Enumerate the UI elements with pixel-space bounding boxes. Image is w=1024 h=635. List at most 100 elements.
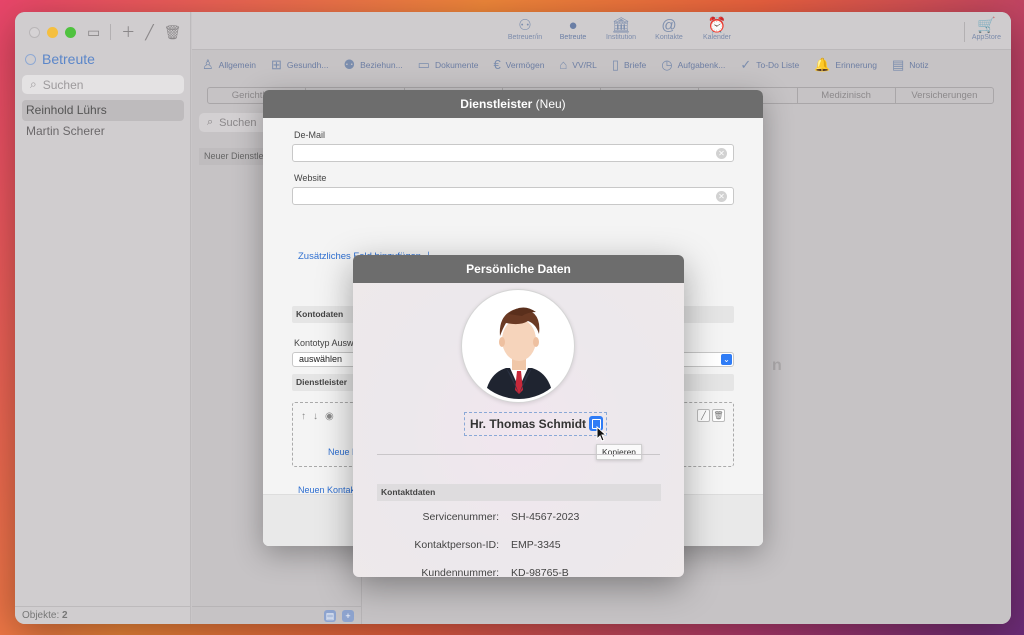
segment-medizinisch[interactable]: Medizinisch [798, 88, 896, 103]
dl-controls: ↑ ↓ ◉ [301, 411, 334, 422]
tab-label: Aufgabenk... [677, 59, 726, 70]
edit-icon[interactable]: ╱ [145, 24, 153, 41]
circle-icon [25, 53, 36, 65]
contact-key: Servicenummer: [422, 511, 499, 523]
person-outline-icon: ♙ [202, 56, 214, 72]
trash-icon[interactable]: 🗑 [712, 409, 725, 422]
object-count: Objekte: 2 [15, 606, 191, 624]
add-icon[interactable]: + [342, 609, 354, 622]
toolbar-betreute[interactable]: ● Betreute [553, 17, 593, 41]
search-icon: ⌕ [207, 116, 214, 128]
contact-key: Kontaktperson-ID: [414, 539, 499, 551]
sidebar-toggle-icon[interactable]: ▭ [87, 24, 100, 41]
clear-icon[interactable]: ✕ [716, 148, 727, 159]
arrow-down-icon[interactable]: ↓ [313, 411, 318, 422]
dialog-title-main: Dienstleister [460, 97, 533, 111]
divider [377, 454, 660, 455]
sidebar-search-input[interactable]: ⌕ Suchen [22, 75, 184, 94]
tab-allgemein[interactable]: ♙ Allgemein [202, 57, 271, 73]
tab-vermoegen[interactable]: € Vermögen [493, 57, 559, 72]
cart-icon: 🛒 [977, 17, 996, 34]
add-icon[interactable]: ＋ [121, 22, 135, 42]
clock-icon: ◷ [661, 56, 673, 72]
tab-gesundheit[interactable]: ⊞ Gesundh... [271, 57, 344, 73]
list-item[interactable]: Martin Scherer [22, 121, 184, 142]
persoenliche-daten-popover: Persönliche Daten Hr. Thomas Schmidt Kop… [353, 255, 684, 577]
building-icon: ⌂ [559, 57, 568, 72]
appstore-button[interactable]: 🛒 AppStore [972, 17, 1001, 41]
check-icon: ✓ [740, 56, 752, 72]
tab-label: To-Do Liste [756, 59, 800, 70]
toolbar-label: Betreuer/in [507, 34, 543, 41]
tab-erinnerung[interactable]: 🔔 Erinnerung [814, 57, 892, 73]
minimize-window-button[interactable] [47, 27, 58, 38]
building-icon: 🏛 [611, 17, 631, 34]
note-icon: ▤ [892, 56, 905, 72]
select-value: auswählen [299, 354, 343, 364]
tab-aufgaben[interactable]: ◷ Aufgabenk... [661, 57, 740, 73]
document-icon: ▯ [611, 56, 620, 72]
avatar [461, 289, 575, 403]
toolbar-label: Kontakte [655, 34, 683, 41]
euro-icon: € [493, 57, 501, 72]
toolbar-label: Institution [606, 34, 636, 41]
arrow-up-icon[interactable]: ↑ [301, 411, 306, 422]
object-count-label: Objekte: [22, 610, 60, 621]
appstore-label: AppStore [971, 34, 1001, 41]
tab-vvrl[interactable]: ⌂ VV/RL [559, 57, 611, 72]
tab-label: Beziehun... [360, 59, 403, 70]
tab-label: Dokumente [434, 59, 479, 70]
close-window-button[interactable] [29, 27, 40, 38]
list-item[interactable]: Reinhold Lührs [22, 100, 184, 121]
sidebar: ▭ ＋ ╱ 🗑 Betreute ⌕ Suchen Reinhold Lührs… [15, 12, 191, 624]
list-item[interactable]: Neuer Dienstleister [199, 148, 269, 165]
contact-value: KD-98765-B [511, 567, 569, 577]
edit-icon[interactable]: ╱ [697, 409, 710, 422]
tab-label: Vermögen [505, 59, 545, 70]
demail-field[interactable]: ✕ [292, 144, 734, 162]
trash-icon[interactable]: 🗑 [164, 24, 182, 41]
object-count-value: 2 [62, 610, 68, 621]
toolbar-kalender[interactable]: ⏰ Kalender [697, 17, 737, 41]
demail-label: De-Mail [294, 130, 326, 140]
website-field[interactable]: ✕ [292, 187, 734, 205]
document-icon[interactable]: ▤ [324, 609, 336, 622]
window-controls [29, 27, 76, 38]
toolbar-label: Betreute [559, 34, 587, 41]
tab-dokumente[interactable]: ▭ Dokumente [418, 57, 494, 73]
eye-icon[interactable]: ◉ [325, 411, 334, 422]
contact-key: Kundennummer: [421, 567, 499, 577]
betreute-list: Reinhold Lührs Martin Scherer [22, 100, 184, 142]
tab-notiz[interactable]: ▤ Notiz [892, 57, 944, 73]
divider [964, 22, 965, 42]
zoom-window-button[interactable] [65, 27, 76, 38]
background-text: n [772, 357, 782, 374]
toolbar-kontakte[interactable]: @ Kontakte [649, 17, 689, 41]
tab-beziehungen[interactable]: ⚉ Beziehun... [343, 57, 417, 73]
bell-icon: 🔔 [814, 56, 831, 72]
mouse-cursor-icon [596, 426, 608, 442]
tab-label: Allgemein [218, 59, 256, 70]
people-icon: ⚉ [343, 56, 356, 72]
tab-label: Notiz [909, 59, 929, 70]
toolbar-betreuer[interactable]: ⚇ Betreuer/in [505, 17, 545, 41]
dl-actions: ╱ 🗑 [697, 409, 725, 422]
name-field[interactable]: Hr. Thomas Schmidt [464, 412, 607, 436]
segment-versicherungen[interactable]: Versicherungen [896, 88, 993, 103]
website-label: Website [294, 173, 327, 183]
sidebar-title: Betreute [42, 51, 95, 67]
people-icon: ⚇ [518, 17, 532, 34]
list-search-input[interactable]: ⌕ Suchen [199, 113, 269, 132]
toolbar: ⚇ Betreuer/in ● Betreute 🏛 Institution @… [192, 12, 1011, 50]
tab-briefe[interactable]: ▯ Briefe [612, 57, 661, 73]
tab-label: Erinnerung [835, 59, 877, 70]
sidebar-tools: ▭ ＋ ╱ 🗑 [87, 22, 181, 42]
avatar-illustration [484, 307, 554, 399]
tab-todo[interactable]: ✓ To-Do Liste [740, 57, 814, 73]
kontaktdaten-section: Kontaktdaten [377, 484, 661, 501]
search-icon: ⌕ [30, 77, 37, 91]
toolbar-institution[interactable]: 🏛 Institution [601, 17, 641, 41]
clear-icon[interactable]: ✕ [716, 191, 727, 202]
toolbar-group: ⚇ Betreuer/in ● Betreute 🏛 Institution @… [505, 17, 737, 41]
contact-value: SH-4567-2023 [511, 511, 580, 523]
